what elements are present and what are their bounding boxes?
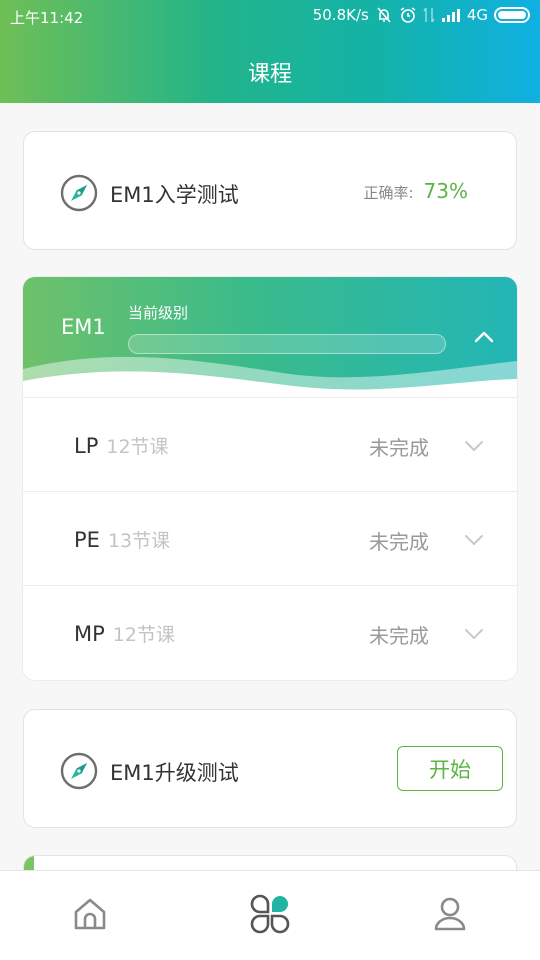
tab-profile[interactable] [360,871,540,960]
tab-home[interactable] [0,871,180,960]
entry-test-card[interactable]: EM1入学测试 正确率: 73% [23,131,517,250]
accuracy-label: 正确率: [363,184,414,202]
chevron-down-icon[interactable] [463,626,485,640]
lesson-status: 未完成 [369,530,429,554]
lesson-row-mp[interactable]: MP 12节课 未完成 [23,585,517,679]
level-subtitle: 当前级别 [128,304,189,322]
upgrade-test-card: EM1升级测试 开始 [23,709,517,828]
battery-icon [494,7,530,23]
net-speed: 50.8K/s [312,6,369,24]
chevron-down-icon[interactable] [463,438,485,452]
lesson-row-lp[interactable]: LP 12节课 未完成 [23,397,517,491]
lesson-count: 12节课 [106,436,169,458]
level-progress-bar [128,334,446,354]
lesson-code: MP [74,622,105,646]
lesson-name: MP 12节课 [74,620,175,647]
compass-icon [60,752,98,790]
lesson-count: 12节课 [112,624,175,646]
header: 上午11:42 50.8K/s 4G 课程 [0,0,540,103]
lesson-status: 未完成 [369,624,429,648]
status-icons: 50.8K/s 4G [313,6,530,24]
home-icon [72,896,108,936]
tab-bar [0,870,540,960]
data-transfer-icon [423,6,435,24]
signal-icon [441,8,461,22]
level-name: EM1 [61,315,106,339]
upgrade-test-title: EM1升级测试 [110,761,239,785]
level-banner[interactable]: EM1 当前级别 [23,277,517,397]
network-type: 4G [466,6,488,24]
chevron-up-icon[interactable] [471,327,497,347]
lesson-count: 13节课 [107,530,171,552]
accuracy-value: 73% [423,179,468,203]
start-button[interactable]: 开始 [397,746,503,791]
status-bar: 上午11:42 50.8K/s 4G [0,0,540,32]
lesson-name: LP 12节课 [74,432,169,459]
chevron-down-icon[interactable] [463,532,485,546]
tab-courses[interactable] [180,871,360,960]
lesson-row-pe[interactable]: PE 13节课 未完成 [23,491,517,585]
lesson-code: LP [74,434,99,458]
status-time: 上午11:42 [10,9,84,27]
page-title: 课程 [247,62,292,87]
lesson-status: 未完成 [369,436,429,460]
compass-icon [60,174,98,212]
entry-test-title: EM1入学测试 [110,183,239,207]
profile-icon [432,895,468,937]
level-card: EM1 当前级别 LP 12节课 未完成 PE 13节课 未完成 MP 12节课 未完… [23,277,517,680]
accuracy: 正确率: 73% [363,179,468,203]
lesson-name: PE 13节课 [74,526,170,553]
alarm-icon [399,6,417,24]
lesson-code: PE [74,528,100,552]
courses-icon [250,894,290,938]
mute-bell-icon [375,6,393,24]
